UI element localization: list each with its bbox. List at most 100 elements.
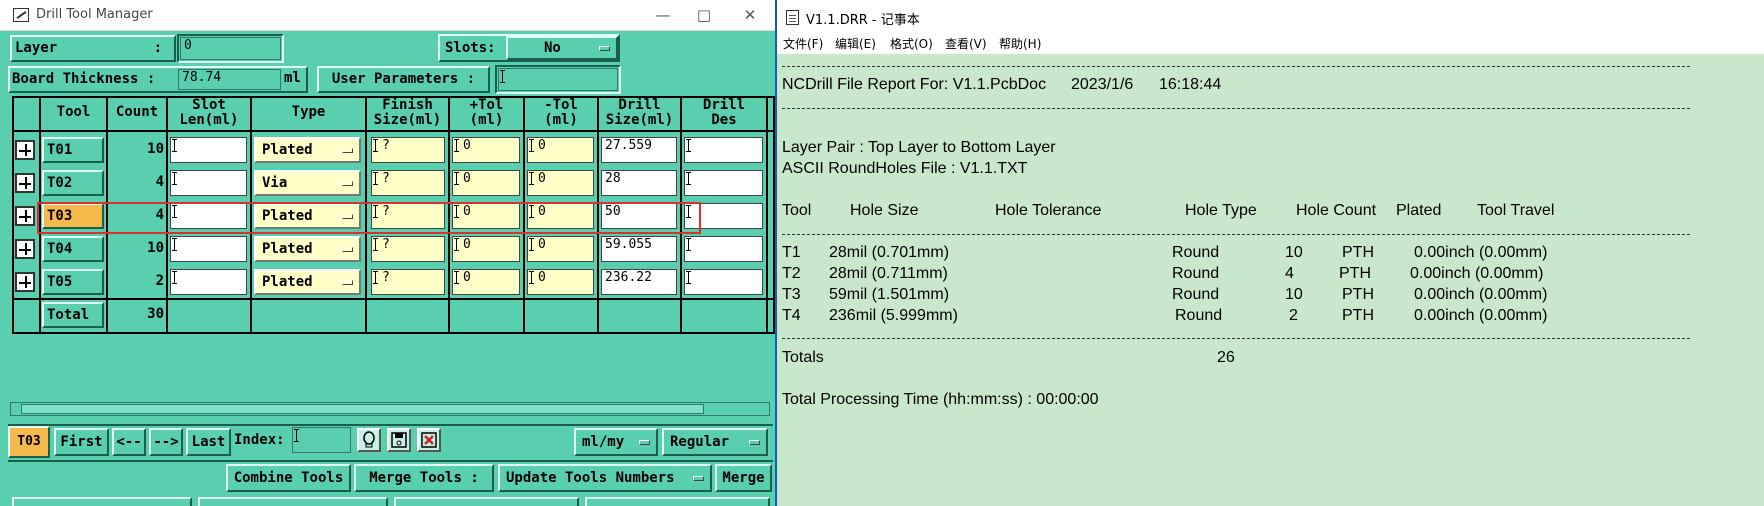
header-minus-tol-unit: (ml) [544, 112, 578, 128]
minus-tol-input[interactable]: 0 [527, 170, 594, 196]
report-size: 28mil (0.701mm) [829, 244, 950, 261]
slots-label: Slots: [445, 40, 496, 56]
index-input[interactable] [292, 427, 351, 453]
drill-tool-manager-window: Drill Tool Manager — □ ✕ Layer : 0 Slots… [0, 0, 775, 506]
units-dropdown[interactable]: ml/my [574, 428, 658, 456]
finish-size-input[interactable]: ? [371, 137, 445, 163]
header-plus-tol-unit: (ml) [469, 112, 504, 128]
type-dropdown[interactable]: Plated [254, 137, 361, 163]
drill-des-input[interactable] [684, 137, 763, 163]
previous-button[interactable]: <-- [112, 428, 146, 456]
bottom-button[interactable] [12, 497, 192, 506]
text-cursor-icon [172, 172, 180, 185]
first-button[interactable]: First [54, 428, 109, 456]
minus-tol-value: 0 [538, 138, 546, 153]
window-title: V1.1.DRR - 记事本 [806, 13, 920, 28]
tool-button-t02[interactable]: T02 [42, 170, 104, 196]
drill-des-input[interactable] [684, 236, 763, 262]
finish-size-input[interactable]: ? [371, 269, 445, 295]
drill-size-input[interactable]: 236.22 [601, 269, 677, 295]
plus-tol-input[interactable]: 0 [452, 236, 520, 262]
total-divider [12, 298, 775, 300]
plus-tol-input[interactable]: 0 [452, 269, 520, 295]
expand-icon[interactable] [15, 206, 35, 226]
mode-dropdown[interactable]: Regular [662, 428, 768, 456]
user-parameters-label: User Parameters : [331, 71, 476, 87]
maximize-button[interactable]: □ [682, 3, 726, 27]
report-count: 4 [1285, 265, 1294, 282]
type-dropdown[interactable]: Plated [254, 236, 361, 262]
text-cursor-icon [529, 139, 537, 152]
report-plated: PTH [1339, 265, 1371, 282]
type-dropdown[interactable]: Via [254, 170, 361, 196]
expand-icon[interactable] [15, 272, 35, 292]
type-dropdown[interactable]: Plated [254, 269, 361, 295]
plus-tol-input[interactable]: 0 [452, 170, 520, 196]
last-button[interactable]: Last [186, 428, 231, 456]
slot-length-input[interactable] [170, 170, 247, 196]
drill-size-input[interactable]: 59.055 [601, 236, 677, 262]
report-type: Round [1172, 286, 1220, 303]
finish-size-value: ? [382, 171, 390, 186]
report-size: 28mil (0.711mm) [829, 265, 948, 282]
delete-icon[interactable] [417, 428, 441, 452]
slot-length-input[interactable] [170, 269, 247, 295]
tool-button-t04[interactable]: T04 [42, 236, 104, 262]
bottom-button[interactable] [585, 497, 770, 506]
report-date: 2023/1/6 [1071, 76, 1134, 93]
horizontal-scrollbar[interactable] [10, 402, 770, 416]
window-title: Drill Tool Manager [36, 7, 153, 22]
title-bar: V1.1.DRR - 记事本 [777, 0, 1764, 33]
bulb-icon[interactable] [357, 428, 381, 452]
slot-length-input[interactable] [170, 236, 247, 262]
tool-button-t05[interactable]: T05 [42, 269, 104, 295]
report-travel: 0.00inch (0.00mm) [1414, 307, 1548, 324]
slots-dropdown[interactable]: No [506, 36, 618, 60]
menu-format[interactable]: 格式(O) [890, 35, 933, 52]
header-finish: Finish [382, 97, 433, 113]
combine-tools-button[interactable]: Combine Tools [226, 464, 351, 492]
chevron-down-icon [639, 440, 650, 445]
tool-button-t01[interactable]: T01 [42, 137, 104, 163]
next-button[interactable]: --> [149, 428, 183, 456]
text-cursor-icon [686, 238, 694, 251]
menu-view[interactable]: 查看(V) [945, 35, 987, 52]
report-tool: T3 [782, 286, 801, 303]
drill-size-input[interactable]: 28 [601, 170, 677, 196]
finish-size-input[interactable]: ? [371, 170, 445, 196]
minus-tol-input[interactable]: 0 [527, 137, 594, 163]
drill-size-input[interactable]: 27.559 [601, 137, 677, 163]
layer-field[interactable]: 0 [180, 37, 281, 60]
drill-des-input[interactable] [684, 269, 763, 295]
chevron-down-icon [342, 181, 353, 186]
slot-length-input[interactable] [170, 137, 247, 163]
minimize-button[interactable]: — [641, 3, 685, 27]
update-tools-dropdown[interactable]: Update Tools Numbers [498, 464, 712, 492]
expand-icon[interactable] [15, 173, 35, 193]
board-thickness-field[interactable]: 78.74 [178, 69, 281, 90]
total-label: Total [42, 302, 104, 328]
user-parameters-button[interactable]: User Parameters : [317, 66, 490, 93]
expand-icon[interactable] [15, 239, 35, 259]
menu-file[interactable]: 文件(F) [783, 35, 823, 52]
finish-size-input[interactable]: ? [371, 236, 445, 262]
scrollbar-thumb[interactable] [21, 404, 704, 414]
menu-help[interactable]: 帮助(H) [999, 35, 1041, 52]
bottom-button[interactable] [198, 497, 388, 506]
user-parameters-field[interactable] [498, 68, 618, 91]
merge-button[interactable]: Merge [715, 464, 772, 492]
slots-value: No [544, 40, 561, 56]
chevron-down-icon [749, 440, 760, 445]
minus-tol-input[interactable]: 0 [527, 269, 594, 295]
header-minus-tol: -Tol [544, 97, 578, 113]
bottom-button[interactable] [394, 497, 579, 506]
plus-tol-input[interactable]: 0 [452, 137, 520, 163]
save-icon[interactable] [387, 428, 411, 452]
menu-edit[interactable]: 编辑(E) [835, 35, 876, 52]
expand-icon[interactable] [15, 140, 35, 160]
minus-tol-input[interactable]: 0 [527, 236, 594, 262]
drill-des-input[interactable] [684, 170, 763, 196]
col-hole-count: Hole Count [1296, 202, 1377, 219]
header-count: Count [115, 104, 159, 120]
close-button[interactable]: ✕ [728, 3, 772, 27]
